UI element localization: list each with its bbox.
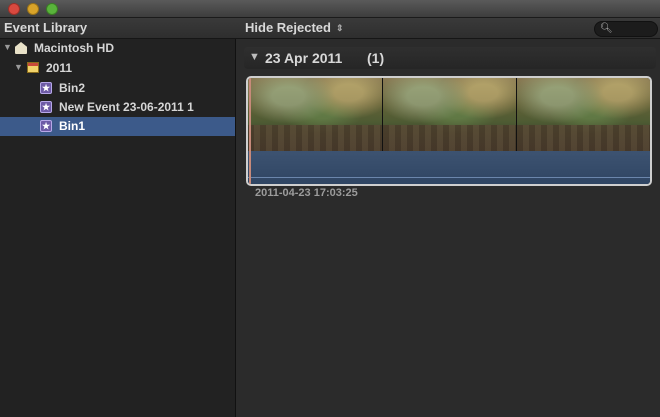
event-browser: ▼ 23 Apr 2011 (1) 2011-04-23 17:03:25 bbox=[236, 39, 660, 417]
audio-waveform bbox=[248, 151, 650, 184]
sidebar-item-new-event[interactable]: ★ New Event 23-06-2011 1 bbox=[0, 98, 235, 117]
sidebar-item-bin2[interactable]: ★ Bin2 bbox=[0, 79, 235, 98]
clip-timestamp: 2011-04-23 17:03:25 bbox=[255, 187, 358, 199]
title-bar bbox=[0, 0, 660, 18]
hard-drive-icon bbox=[15, 42, 27, 54]
video-thumbnail bbox=[248, 78, 382, 151]
sidebar-item-label: New Event 23-06-2011 1 bbox=[59, 100, 194, 114]
video-thumbnail bbox=[516, 78, 650, 151]
event-library-sidebar: ▼ Macintosh HD ▼ 2011 ★ Bin2 ★ New Event… bbox=[0, 39, 236, 417]
group-date: 23 Apr 2011 bbox=[265, 50, 343, 66]
disclosure-triangle-icon[interactable]: ▼ bbox=[14, 62, 23, 72]
sidebar-item-2011[interactable]: ▼ 2011 bbox=[0, 59, 235, 78]
event-star-icon: ★ bbox=[40, 82, 52, 94]
sidebar-item-label: Bin1 bbox=[59, 119, 86, 133]
disclosure-triangle-icon[interactable]: ▼ bbox=[249, 51, 260, 63]
sidebar-item-macintosh-hd[interactable]: ▼ Macintosh HD bbox=[0, 39, 235, 58]
filter-label: Hide Rejected bbox=[245, 20, 331, 35]
disclosure-triangle-icon[interactable]: ▼ bbox=[3, 42, 12, 52]
sidebar-item-label: 2011 bbox=[46, 61, 73, 75]
clip-filmstrip[interactable] bbox=[246, 76, 652, 186]
event-star-icon: ★ bbox=[40, 101, 52, 113]
date-group-header[interactable]: ▼ 23 Apr 2011 (1) bbox=[244, 47, 656, 69]
event-library-title: Event Library bbox=[4, 20, 88, 35]
hide-rejected-dropdown[interactable]: Hide Rejected ⇕ bbox=[245, 20, 344, 35]
skimmer-playhead[interactable] bbox=[249, 78, 251, 184]
sidebar-item-label: Bin2 bbox=[59, 81, 86, 95]
sidebar-item-label: Macintosh HD bbox=[34, 41, 115, 55]
waveform-line bbox=[248, 177, 650, 178]
zoom-window-button[interactable] bbox=[46, 3, 58, 15]
calendar-icon bbox=[27, 62, 39, 73]
browser-header: Event Library Hide Rejected ⇕ 🔍︎ bbox=[0, 18, 660, 39]
event-star-icon: ★ bbox=[40, 120, 52, 132]
search-icon: 🔍︎ bbox=[600, 23, 613, 34]
sidebar-item-bin1[interactable]: ★ Bin1 bbox=[0, 117, 235, 136]
dropdown-arrows-icon: ⇕ bbox=[335, 23, 344, 33]
minimize-window-button[interactable] bbox=[27, 3, 39, 15]
search-field[interactable]: 🔍︎ bbox=[594, 21, 658, 37]
close-window-button[interactable] bbox=[8, 3, 20, 15]
group-count: (1) bbox=[367, 50, 385, 66]
video-thumbnail bbox=[382, 78, 517, 151]
